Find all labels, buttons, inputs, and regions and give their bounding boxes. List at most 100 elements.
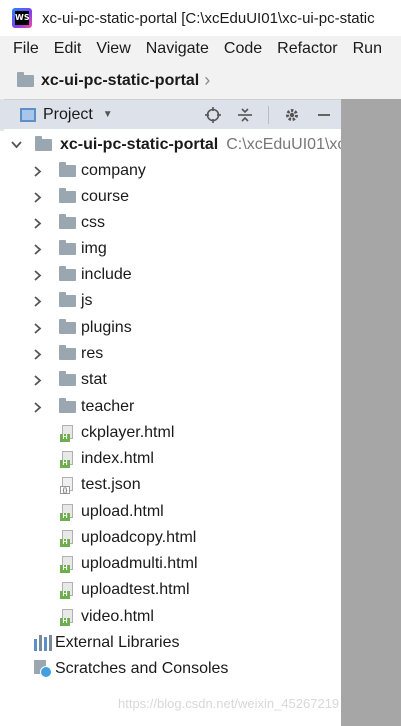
html-file-icon: H bbox=[60, 529, 75, 547]
folder-name: stat bbox=[81, 371, 107, 388]
minimize-icon[interactable] bbox=[315, 106, 333, 124]
navigation-breadcrumb: xc-ui-pc-static-portal › bbox=[0, 62, 401, 100]
tree-folder[interactable]: plugins bbox=[0, 315, 341, 341]
menu-bar: File Edit View Navigate Code Refactor Ru… bbox=[0, 36, 401, 62]
folder-icon bbox=[35, 136, 52, 151]
folder-icon bbox=[59, 371, 76, 386]
folder-name: res bbox=[81, 345, 104, 362]
folder-icon bbox=[59, 345, 76, 360]
folder-icon bbox=[59, 292, 76, 307]
root-folder-path: C:\xcEduUI01\xc bbox=[226, 136, 341, 153]
file-name: uploadmulti.html bbox=[81, 555, 198, 572]
toolbar-separator bbox=[268, 105, 269, 124]
tree-folder[interactable]: company bbox=[0, 158, 341, 184]
folder-icon bbox=[59, 214, 76, 229]
chevron-right-icon[interactable] bbox=[31, 322, 45, 334]
folder-name: css bbox=[81, 214, 105, 231]
collapse-all-icon[interactable] bbox=[236, 106, 254, 124]
folder-icon bbox=[59, 162, 76, 177]
project-tree: xc-ui-pc-static-portal C:\xcEduUI01\xc c… bbox=[0, 131, 341, 726]
dropdown-arrow-icon[interactable]: ▼ bbox=[103, 109, 113, 120]
scratches-and-consoles[interactable]: Scratches and Consoles bbox=[0, 656, 341, 682]
folder-icon bbox=[59, 398, 76, 413]
title-bar: WS xc-ui-pc-static-portal [C:\xcEduUI01\… bbox=[0, 0, 401, 36]
file-name: uploadtest.html bbox=[81, 581, 190, 598]
watermark: https://blog.csdn.net/weixin_45267219 bbox=[118, 696, 340, 711]
file-name: uploadcopy.html bbox=[81, 529, 197, 546]
tree-folder[interactable]: img bbox=[0, 236, 341, 262]
html-file-icon: H bbox=[60, 555, 75, 573]
external-libraries-label: External Libraries bbox=[55, 634, 180, 651]
menu-refactor[interactable]: Refactor bbox=[277, 40, 337, 58]
file-name: upload.html bbox=[81, 503, 164, 520]
tree-file[interactable]: H uploadtest.html bbox=[0, 577, 341, 603]
webstorm-icon: WS bbox=[12, 8, 32, 28]
file-name: index.html bbox=[81, 450, 154, 467]
folder-name: plugins bbox=[81, 319, 132, 336]
json-file-icon: {} bbox=[60, 476, 75, 494]
chevron-right-icon[interactable] bbox=[31, 295, 45, 307]
chevron-right-icon[interactable] bbox=[31, 374, 45, 386]
folder-icon bbox=[59, 266, 76, 281]
tree-file[interactable]: {} test.json bbox=[0, 472, 341, 498]
folder-icon bbox=[59, 319, 76, 334]
external-libraries[interactable]: External Libraries bbox=[0, 630, 341, 656]
gear-icon[interactable] bbox=[283, 106, 301, 124]
scratches-label: Scratches and Consoles bbox=[55, 660, 229, 677]
menu-code[interactable]: Code bbox=[224, 40, 262, 58]
folder-name: js bbox=[81, 292, 93, 309]
tree-file[interactable]: H uploadmulti.html bbox=[0, 551, 341, 577]
chevron-right-icon[interactable] bbox=[31, 191, 45, 203]
folder-icon bbox=[59, 240, 76, 255]
html-file-icon: H bbox=[60, 450, 75, 468]
tree-file[interactable]: H index.html bbox=[0, 446, 341, 472]
chevron-right-icon[interactable] bbox=[31, 269, 45, 281]
project-view-icon bbox=[20, 107, 36, 122]
root-folder-name: xc-ui-pc-static-portal bbox=[60, 136, 219, 153]
tree-folder[interactable]: css bbox=[0, 210, 341, 236]
editor-area bbox=[341, 99, 401, 726]
scratches-icon bbox=[34, 660, 52, 678]
file-name: ckplayer.html bbox=[81, 424, 175, 441]
project-folder-icon bbox=[17, 71, 34, 87]
tree-root[interactable]: xc-ui-pc-static-portal C:\xcEduUI01\xc bbox=[0, 132, 341, 158]
tree-file[interactable]: H uploadcopy.html bbox=[0, 525, 341, 551]
window-title: xc-ui-pc-static-portal [C:\xcEduUI01\xc-… bbox=[42, 9, 375, 27]
breadcrumb-separator-icon: › bbox=[204, 70, 211, 90]
file-name: test.json bbox=[81, 476, 141, 493]
html-file-icon: H bbox=[60, 581, 75, 599]
folder-icon bbox=[59, 188, 76, 203]
chevron-right-icon[interactable] bbox=[31, 217, 45, 229]
menu-file[interactable]: File bbox=[13, 40, 39, 58]
menu-view[interactable]: View bbox=[96, 40, 130, 58]
chevron-right-icon[interactable] bbox=[31, 165, 45, 177]
tree-folder[interactable]: teacher bbox=[0, 394, 341, 420]
tree-file[interactable]: H video.html bbox=[0, 604, 341, 630]
project-view-title[interactable]: Project bbox=[43, 106, 93, 124]
folder-name: include bbox=[81, 266, 132, 283]
menu-run[interactable]: Run bbox=[353, 40, 382, 58]
tree-folder[interactable]: res bbox=[0, 341, 341, 367]
folder-name: company bbox=[81, 162, 146, 179]
chevron-right-icon[interactable] bbox=[31, 401, 45, 413]
chevron-right-icon[interactable] bbox=[31, 243, 45, 255]
tree-file[interactable]: H ckplayer.html bbox=[0, 420, 341, 446]
html-file-icon: H bbox=[60, 503, 75, 521]
html-file-icon: H bbox=[60, 608, 75, 626]
breadcrumb-project[interactable]: xc-ui-pc-static-portal bbox=[41, 72, 199, 90]
file-name: video.html bbox=[81, 608, 154, 625]
menu-edit[interactable]: Edit bbox=[54, 40, 82, 58]
project-panel-header: Project ▼ bbox=[0, 100, 341, 129]
chevron-right-icon[interactable] bbox=[31, 348, 45, 360]
tree-file[interactable]: H upload.html bbox=[0, 499, 341, 525]
tree-folder[interactable]: course bbox=[0, 184, 341, 210]
html-file-icon: H bbox=[60, 424, 75, 442]
tree-folder[interactable]: include bbox=[0, 262, 341, 288]
folder-name: course bbox=[81, 188, 130, 205]
tree-folder[interactable]: stat bbox=[0, 367, 341, 393]
locate-file-icon[interactable] bbox=[204, 106, 222, 124]
tree-folder[interactable]: js bbox=[0, 288, 341, 314]
folder-name: img bbox=[81, 240, 107, 257]
chevron-down-icon[interactable] bbox=[9, 141, 23, 149]
menu-navigate[interactable]: Navigate bbox=[146, 40, 209, 58]
